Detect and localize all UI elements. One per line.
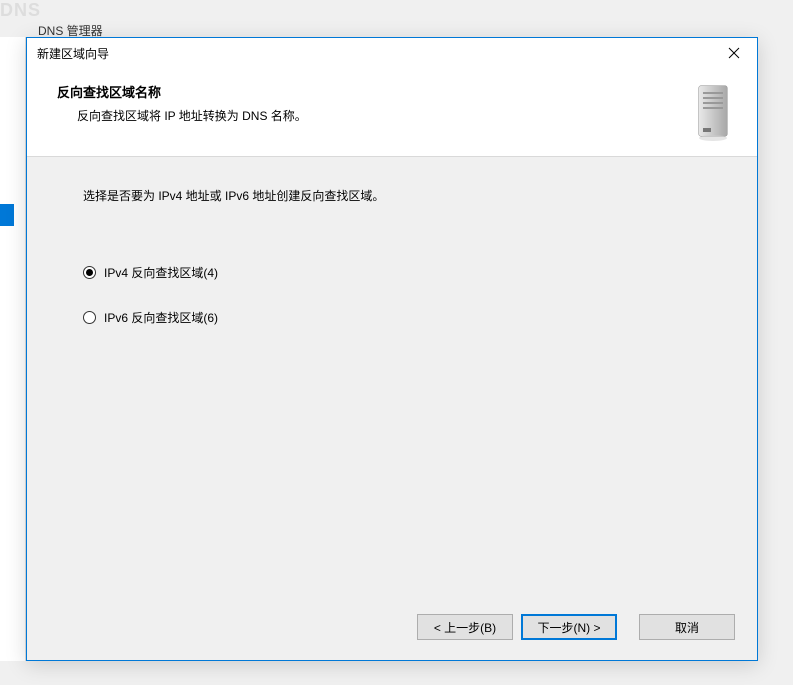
radio-ipv6-label: IPv6 反向查找区域(6) (104, 309, 218, 326)
header-text: 反向查找区域名称 反向查找区域将 IP 地址转换为 DNS 名称。 (57, 82, 683, 124)
server-icon (693, 82, 735, 142)
radio-ipv6[interactable]: IPv6 反向查找区域(6) (83, 309, 701, 326)
next-button[interactable]: 下一步(N) > (521, 614, 617, 640)
close-icon (728, 47, 740, 59)
radio-ipv4[interactable]: IPv4 反向查找区域(4) (83, 264, 701, 281)
radio-ipv4-label: IPv4 反向查找区域(4) (104, 264, 218, 281)
backdrop-selection-highlight (0, 204, 14, 226)
radio-dot-icon (86, 269, 93, 276)
back-button[interactable]: < 上一步(B) (417, 614, 513, 640)
footer: < 上一步(B) 下一步(N) > 取消 (27, 600, 757, 660)
radio-icon (83, 311, 96, 324)
body-panel: 选择是否要为 IPv4 地址或 IPv6 地址创建反向查找区域。 IPv4 反向… (27, 157, 757, 600)
cancel-button[interactable]: 取消 (639, 614, 735, 640)
backdrop-app-title: DNS (0, 0, 41, 21)
header-title: 反向查找区域名称 (57, 82, 683, 101)
wizard-dialog: 新建区域向导 反向查找区域名称 反向查找区域将 IP 地址转换为 DNS 名称。 (26, 37, 758, 661)
titlebar: 新建区域向导 (27, 38, 757, 68)
header-subtitle: 反向查找区域将 IP 地址转换为 DNS 名称。 (57, 107, 683, 124)
header-panel: 反向查找区域名称 反向查找区域将 IP 地址转换为 DNS 名称。 (27, 68, 757, 157)
instruction-text: 选择是否要为 IPv4 地址或 IPv6 地址创建反向查找区域。 (83, 187, 701, 204)
radio-icon (83, 266, 96, 279)
close-button[interactable] (711, 38, 757, 68)
backdrop-left-panel (0, 37, 26, 661)
radio-group: IPv4 反向查找区域(4) IPv6 反向查找区域(6) (83, 264, 701, 326)
dialog-title: 新建区域向导 (37, 45, 109, 62)
